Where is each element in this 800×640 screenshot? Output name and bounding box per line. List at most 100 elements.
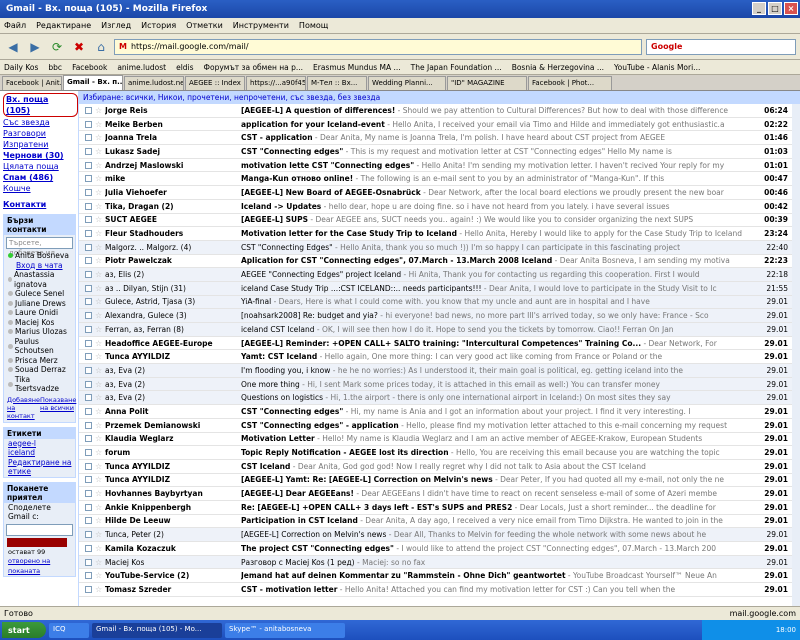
bookmark-item[interactable]: Bosnia & Herzegovina ...: [512, 63, 604, 72]
invite-sent-link[interactable]: отворено на поканата: [4, 557, 75, 576]
email-row[interactable]: ☆ Tunca AYYILDIZ Yamt: CST Iceland - Hello…: [78, 350, 792, 365]
folder-trash[interactable]: Кошче: [3, 183, 78, 194]
email-row[interactable]: ☆ Lukasz Sadej CST "Connecting edges" - Th…: [78, 145, 792, 159]
email-row[interactable]: ☆ Klaudia Weglarz Motivation Letter - Hell…: [78, 432, 792, 447]
tab-item[interactable]: М-Тел :: Вх...: [307, 76, 367, 90]
task-firefox[interactable]: Gmail - Вх. поща (105) - Mo...: [92, 622, 222, 638]
contact-item[interactable]: Gulece Senel: [4, 289, 75, 299]
invite-email-input[interactable]: [6, 523, 73, 536]
email-row[interactable]: ☆ Tomasz Szreder CST - motivation letter -…: [78, 583, 792, 597]
email-row[interactable]: ☆ Joanna Trela CST - application - Dear An…: [78, 131, 792, 146]
tab-item-active[interactable]: Gmail - Вх. п...: [63, 75, 123, 90]
star-icon[interactable]: ☆: [95, 215, 105, 224]
email-row[interactable]: ☆ Kamila Kozaczuk The project CST "Connect…: [78, 542, 792, 556]
email-row[interactable]: ☆ Tunca AYYILDIZ CST Iceland - Dear Anita,…: [78, 459, 792, 474]
home-icon[interactable]: ⌂: [92, 38, 110, 56]
back-icon[interactable]: ◀: [4, 38, 22, 56]
folder-starred[interactable]: Със звезда: [3, 117, 78, 128]
star-icon[interactable]: ☆: [95, 270, 105, 279]
address-bar[interactable]: M https://mail.google.com/mail/: [114, 38, 642, 55]
email-row[interactable]: ☆ аз, Eva (2) One more thing - Hi, I sent …: [78, 377, 792, 392]
email-row[interactable]: ☆ Jorge Reis [AEGEE-L] A question of diffe…: [78, 104, 792, 118]
row-checkbox[interactable]: [84, 243, 92, 251]
row-checkbox[interactable]: [84, 325, 92, 333]
star-icon[interactable]: ☆: [95, 448, 105, 457]
email-row[interactable]: ☆ Meike Berben application for your Icelan…: [78, 117, 792, 132]
star-icon[interactable]: ☆: [95, 161, 105, 170]
row-checkbox[interactable]: [84, 517, 92, 525]
contacts-search-input[interactable]: Търсете, добавете ил: [6, 237, 73, 257]
star-icon[interactable]: ☆: [95, 284, 105, 293]
star-icon[interactable]: ☆: [95, 243, 105, 252]
folder-drafts[interactable]: Чернови (30): [3, 150, 78, 161]
email-row[interactable]: ☆ Tika, Dragan (2) Iceland -> Updates - he…: [78, 199, 792, 214]
bookmark-item[interactable]: YouTube - Alanis Mori...: [614, 63, 700, 72]
email-row[interactable]: ☆ Malgorz. .. Malgorz. (4) CST "Connecting…: [78, 240, 792, 255]
row-checkbox[interactable]: [84, 572, 92, 580]
star-icon[interactable]: ☆: [95, 202, 105, 211]
contact-item[interactable]: Souad Derraz: [4, 365, 75, 375]
menu-view[interactable]: Изглед: [101, 21, 131, 30]
star-icon[interactable]: ☆: [95, 297, 105, 306]
row-checkbox[interactable]: [84, 421, 92, 429]
bookmark-item[interactable]: Facebook: [72, 63, 107, 72]
star-icon[interactable]: ☆: [95, 462, 105, 471]
row-checkbox[interactable]: [84, 490, 92, 498]
email-row[interactable]: ☆ аз, Elis (2) AEGEE "Connecting Edges" pr…: [78, 268, 792, 282]
star-icon[interactable]: ☆: [95, 516, 105, 525]
email-row[interactable]: ☆ Przemek Demianowski CST "Connecting edge…: [78, 418, 792, 433]
start-button[interactable]: start: [2, 622, 46, 638]
star-icon[interactable]: ☆: [95, 380, 105, 389]
email-row[interactable]: ☆ Ankie Knippenbergh Re: [AEGEE-L] +OPEN C…: [78, 500, 792, 515]
row-checkbox[interactable]: [84, 503, 92, 511]
bookmark-item[interactable]: eldis: [176, 63, 193, 72]
star-icon[interactable]: ☆: [95, 174, 105, 183]
menu-tools[interactable]: Инструменти: [233, 21, 289, 30]
row-checkbox[interactable]: [84, 175, 92, 183]
email-row[interactable]: ☆ Hilde De Leeuw Participation in CST Icel…: [78, 514, 792, 529]
row-checkbox[interactable]: [84, 257, 92, 265]
contact-item[interactable]: Tika Tsertsvadze: [4, 375, 75, 394]
star-icon[interactable]: ☆: [95, 147, 105, 156]
bookmark-item[interactable]: anime.ludost: [117, 63, 166, 72]
folder-spam[interactable]: Спам (486): [3, 172, 78, 183]
tab-item[interactable]: Facebook | Anit...: [2, 76, 62, 90]
bookmark-item[interactable]: Erasmus Mundus MA ...: [313, 63, 401, 72]
row-checkbox[interactable]: [84, 558, 92, 566]
label-aegee-l[interactable]: aegee-l: [4, 439, 75, 449]
contact-item[interactable]: Laure Onidi: [4, 308, 75, 318]
star-icon[interactable]: ☆: [95, 393, 105, 402]
star-icon[interactable]: ☆: [95, 489, 105, 498]
menu-file[interactable]: Файл: [4, 21, 26, 30]
row-checkbox[interactable]: [84, 120, 92, 128]
row-checkbox[interactable]: [84, 407, 92, 415]
email-row[interactable]: ☆ аз, Eva (2) Questions on logistics - Hi,…: [78, 391, 792, 406]
contact-item[interactable]: Juliane Drews: [4, 299, 75, 309]
star-icon[interactable]: ☆: [95, 325, 105, 334]
row-checkbox[interactable]: [84, 394, 92, 402]
email-row[interactable]: ☆ Andrzej Maslowski motivation lette CST "…: [78, 158, 792, 173]
contact-item[interactable]: Anastassia ignatova: [4, 270, 75, 289]
email-row[interactable]: ☆ YouTube-Service (2) Jemand hat auf deine…: [78, 569, 792, 584]
row-checkbox[interactable]: [84, 312, 92, 320]
tab-item[interactable]: "ID" MAGAZINE: [447, 76, 527, 90]
email-row[interactable]: ☆ Fleur Stadhouders Motivation letter for …: [78, 227, 792, 241]
row-checkbox[interactable]: [84, 531, 92, 539]
bookmark-item[interactable]: The Japan Foundation ...: [411, 63, 502, 72]
row-checkbox[interactable]: [84, 339, 92, 347]
tab-item[interactable]: Facebook | Phot...: [528, 76, 612, 90]
row-checkbox[interactable]: [84, 147, 92, 155]
selection-bar[interactable]: Избиране: всички, Никои, прочетени, непр…: [78, 91, 800, 104]
inbox-link[interactable]: Вх. поща (105): [3, 93, 78, 117]
task-icq[interactable]: ICQ: [49, 622, 89, 638]
email-row[interactable]: ☆ аз .. Dilyan, Stijn (31) iceland Case St…: [78, 281, 792, 296]
row-checkbox[interactable]: [84, 449, 92, 457]
row-checkbox[interactable]: [84, 106, 92, 114]
star-icon[interactable]: ☆: [95, 133, 105, 142]
row-checkbox[interactable]: [84, 544, 92, 552]
row-checkbox[interactable]: [84, 284, 92, 292]
star-icon[interactable]: ☆: [95, 366, 105, 375]
star-icon[interactable]: ☆: [95, 407, 105, 416]
menu-bookmarks[interactable]: Отметки: [186, 21, 223, 30]
close-button[interactable]: ×: [784, 2, 798, 15]
